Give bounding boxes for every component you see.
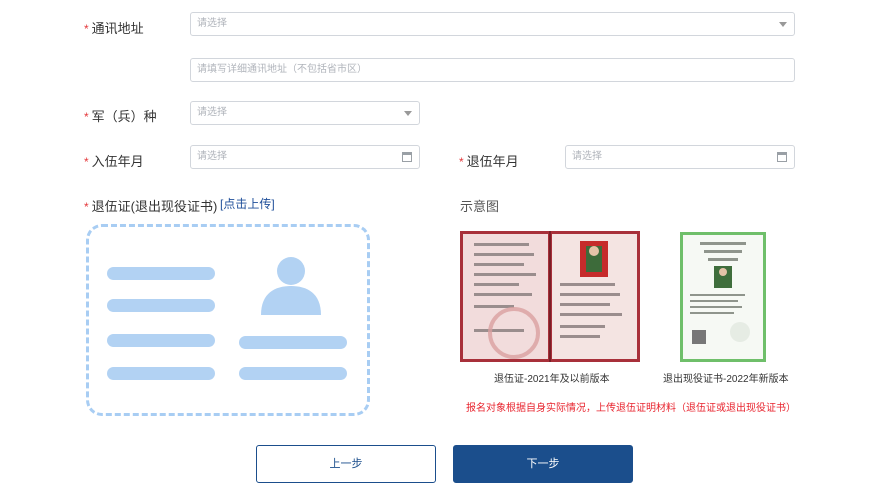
id-card-icon bbox=[89, 227, 367, 413]
previous-step-button[interactable]: 上一步 bbox=[256, 445, 436, 483]
discharge-label: * 退伍年月 bbox=[459, 154, 519, 169]
branch-label: * 军（兵）种 bbox=[84, 109, 157, 124]
next-step-button[interactable]: 下一步 bbox=[453, 445, 633, 483]
chevron-down-icon bbox=[779, 22, 787, 27]
old-certificate-sample-image bbox=[460, 231, 640, 362]
discharge-placeholder: 请选择 bbox=[572, 151, 602, 162]
address-detail-input[interactable]: 请填写详细通讯地址（不包括省市区） bbox=[190, 58, 795, 82]
placeholder-line bbox=[107, 267, 215, 280]
placeholder-line bbox=[239, 367, 347, 380]
address-region-select[interactable]: 请选择 bbox=[190, 12, 795, 36]
calendar-icon bbox=[402, 152, 412, 162]
discharge-date-picker[interactable]: 请选择 bbox=[565, 145, 795, 169]
sample-title: 示意图 bbox=[460, 199, 500, 214]
new-certificate-sample-image bbox=[680, 232, 766, 362]
required-mark: * bbox=[84, 155, 89, 169]
enlist-date-picker[interactable]: 请选择 bbox=[190, 145, 420, 169]
placeholder-line bbox=[107, 367, 215, 380]
address-region-placeholder: 请选择 bbox=[197, 18, 227, 29]
upload-link[interactable]: [点击上传] bbox=[220, 195, 275, 212]
enlist-placeholder: 请选择 bbox=[197, 151, 227, 162]
required-mark: * bbox=[84, 22, 89, 36]
required-mark: * bbox=[459, 155, 464, 169]
old-certificate-caption: 退伍证-2021年及以前版本 bbox=[494, 374, 610, 385]
upload-notice: 报名对象根据自身实际情况，上传退伍证明材料（退伍证或退出现役证书） bbox=[466, 403, 796, 414]
branch-placeholder: 请选择 bbox=[197, 107, 227, 118]
branch-select[interactable]: 请选择 bbox=[190, 101, 420, 125]
enlist-label: * 入伍年月 bbox=[84, 154, 144, 169]
placeholder-line bbox=[107, 334, 215, 347]
required-mark: * bbox=[84, 200, 89, 214]
chevron-down-icon bbox=[404, 111, 412, 116]
new-certificate-caption: 退出现役证书-2022年新版本 bbox=[663, 374, 789, 385]
placeholder-line bbox=[107, 299, 215, 312]
placeholder-line bbox=[239, 336, 347, 349]
calendar-icon bbox=[777, 152, 787, 162]
certificate-upload-area[interactable] bbox=[86, 224, 370, 416]
address-label: * 通讯地址 bbox=[84, 21, 144, 36]
address-detail-placeholder: 请填写详细通讯地址（不包括省市区） bbox=[197, 64, 367, 75]
required-mark: * bbox=[84, 110, 89, 124]
certificate-label: * 退伍证(退出现役证书) bbox=[84, 199, 218, 214]
person-icon bbox=[261, 257, 321, 315]
